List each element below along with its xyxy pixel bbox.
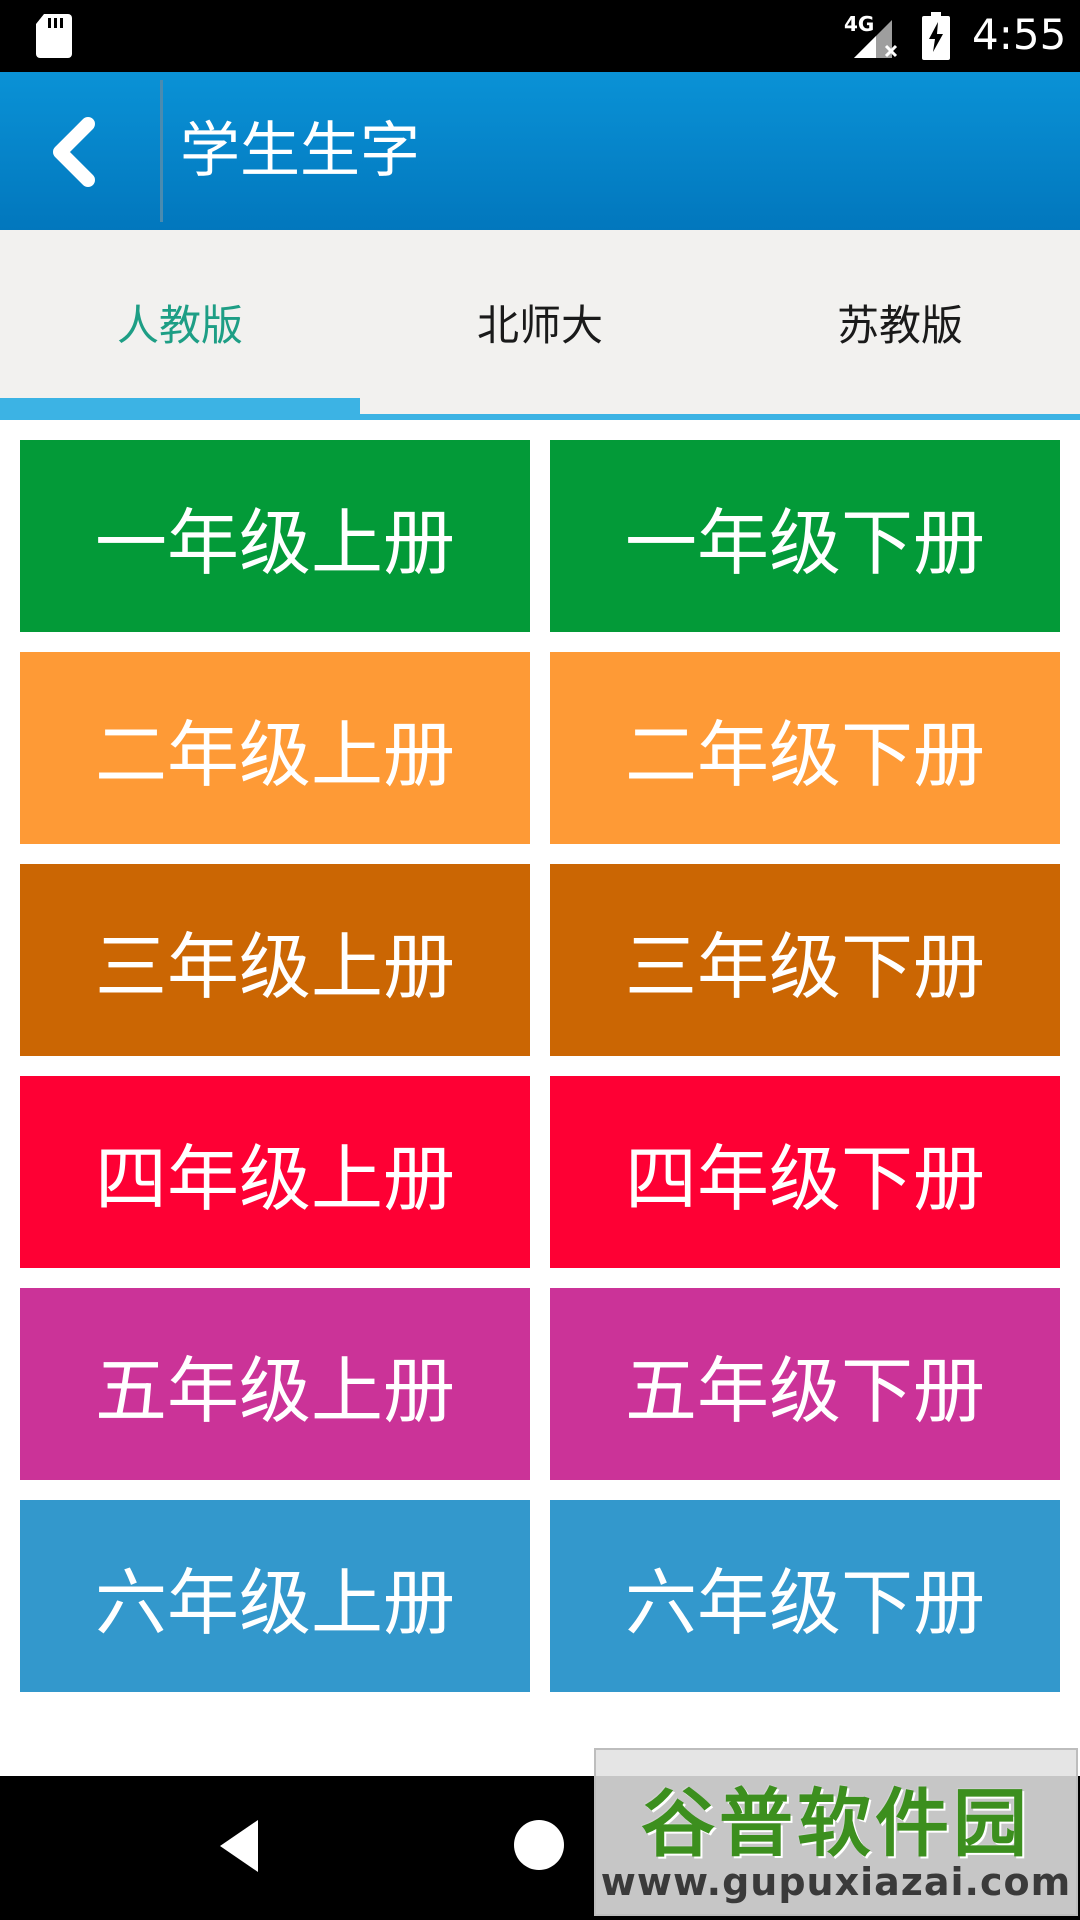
back-button[interactable]	[40, 112, 118, 192]
tab-beishida[interactable]: 北师大	[360, 230, 720, 414]
status-bar: 4G 4:55	[0, 0, 1080, 72]
grade-3-lower-button[interactable]: 三年级下册	[550, 864, 1060, 1056]
grade-1-lower-button[interactable]: 一年级下册	[550, 440, 1060, 632]
chevron-left-icon	[53, 117, 95, 187]
nav-back-icon[interactable]	[214, 1816, 264, 1876]
page-title: 学生生字	[180, 116, 420, 186]
app-bar: 学生生字	[0, 72, 1080, 230]
tab-renjiao[interactable]: 人教版	[0, 230, 360, 414]
grade-3-upper-button[interactable]: 三年级上册	[20, 864, 530, 1056]
edition-tabs: 人教版 北师大 苏教版	[0, 230, 1080, 420]
tab-sujiao[interactable]: 苏教版	[720, 230, 1080, 414]
grade-1-upper-button[interactable]: 一年级上册	[20, 440, 530, 632]
watermark-url: www.gupuxiazai.com	[600, 1860, 1072, 1904]
grade-6-lower-button[interactable]: 六年级下册	[550, 1500, 1060, 1692]
grade-5-lower-button[interactable]: 五年级下册	[550, 1288, 1060, 1480]
sd-card-icon	[36, 14, 72, 58]
grade-4-lower-button[interactable]: 四年级下册	[550, 1076, 1060, 1268]
signal-icon	[854, 20, 898, 58]
watermark: 谷普软件园 www.gupuxiazai.com	[594, 1748, 1078, 1916]
grade-2-lower-button[interactable]: 二年级下册	[550, 652, 1060, 844]
app-bar-divider	[160, 80, 163, 222]
grade-4-upper-button[interactable]: 四年级上册	[20, 1076, 530, 1268]
grade-6-upper-button[interactable]: 六年级上册	[20, 1500, 530, 1692]
tab-active-indicator	[0, 398, 360, 420]
nav-home-icon[interactable]	[514, 1820, 564, 1870]
grade-2-upper-button[interactable]: 二年级上册	[20, 652, 530, 844]
clock: 4:55	[972, 10, 1067, 59]
watermark-brand: 谷普软件园	[641, 1781, 1031, 1867]
battery-charging-icon	[922, 12, 950, 60]
grade-5-upper-button[interactable]: 五年级上册	[20, 1288, 530, 1480]
